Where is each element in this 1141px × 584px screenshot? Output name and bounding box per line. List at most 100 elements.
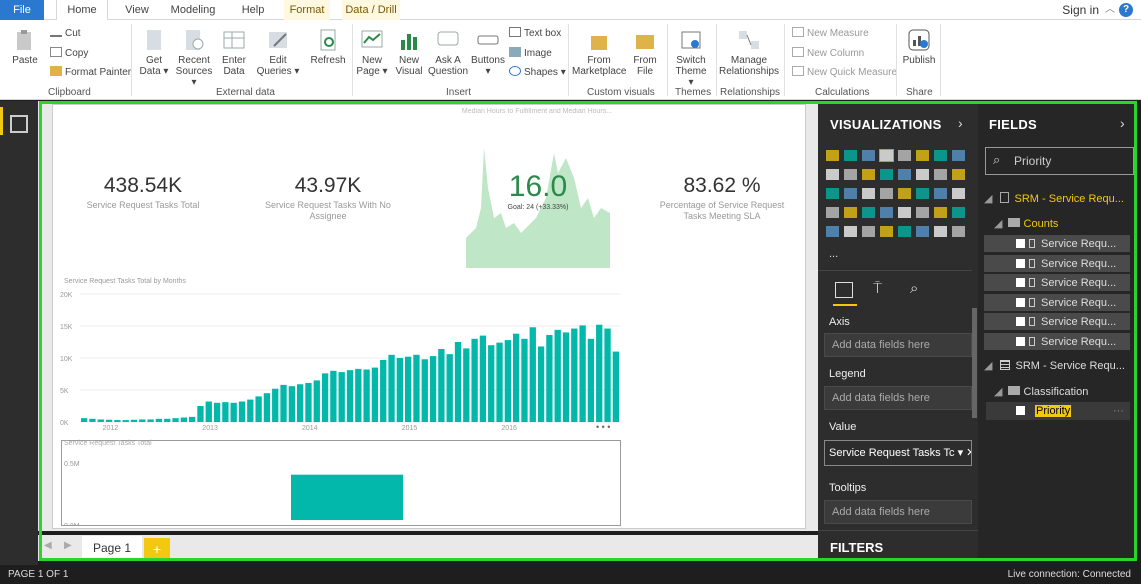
column-bar[interactable]	[172, 418, 179, 422]
visual-type-icon[interactable]	[844, 150, 857, 161]
column-bar[interactable]	[164, 418, 171, 422]
analytics-magnifier-icon[interactable]: ⌕	[910, 280, 918, 297]
column-bar[interactable]	[612, 351, 619, 422]
column-bar[interactable]	[130, 419, 138, 422]
fields-search-box[interactable]	[985, 147, 1134, 175]
buttons-button[interactable]: Buttons ▾	[470, 28, 506, 77]
legend-well[interactable]: Add data fields here	[824, 386, 972, 410]
column-bar[interactable]	[388, 354, 395, 422]
column-bar[interactable]	[288, 386, 295, 422]
visual-type-icon[interactable]	[952, 150, 965, 161]
visual-type-icon[interactable]	[952, 207, 965, 218]
collapse-viz-icon[interactable]: ›	[958, 115, 963, 131]
new-quick-measure-button[interactable]: New Quick Measure	[792, 66, 897, 79]
visual-type-icon[interactable]	[826, 207, 839, 218]
viz-scrollbar[interactable]	[972, 308, 977, 418]
from-marketplace-button[interactable]: From Marketplace	[572, 28, 626, 77]
column-bar[interactable]	[272, 388, 279, 422]
visual-type-icon[interactable]	[862, 150, 875, 161]
field-checkbox[interactable]	[1016, 336, 1025, 346]
column-bar[interactable]	[604, 328, 611, 422]
field-checkbox[interactable]	[1016, 278, 1025, 287]
switch-theme-button[interactable]: Switch Theme ▾	[672, 28, 710, 88]
column-bar[interactable]	[238, 401, 246, 422]
visual-type-icon[interactable]	[880, 169, 893, 180]
column-bar[interactable]	[97, 419, 104, 422]
column-bar[interactable]	[454, 342, 462, 422]
column-bar[interactable]	[413, 354, 420, 422]
column-bar[interactable]	[205, 401, 212, 422]
visual-type-icon[interactable]	[952, 226, 965, 237]
column-bar[interactable]	[297, 384, 304, 422]
publish-button[interactable]: Publish	[900, 28, 938, 66]
visual-type-icon[interactable]	[826, 226, 839, 237]
format-painter-button[interactable]: Format Painter	[50, 66, 131, 79]
field-item[interactable]: Service Requ...	[984, 254, 1130, 273]
collapse-fields-icon[interactable]: ›	[1120, 115, 1125, 131]
visual-type-icon[interactable]	[934, 188, 947, 199]
visual-type-icon[interactable]	[844, 207, 857, 218]
column-bar[interactable]	[247, 399, 254, 422]
column-bar[interactable]	[330, 370, 337, 422]
field-more-icon[interactable]: ···	[1113, 402, 1124, 420]
field-checkbox[interactable]	[1016, 297, 1025, 307]
visual-type-icon[interactable]	[898, 169, 911, 180]
visual-type-icon[interactable]	[862, 226, 875, 237]
column-bar[interactable]	[587, 338, 595, 422]
field-item[interactable]: Service Requ...	[984, 313, 1130, 331]
column-bar[interactable]	[396, 358, 403, 422]
visual-type-icon[interactable]	[952, 169, 965, 180]
value-field-pill[interactable]: Service Request Tasks Tc ▾ ✕	[824, 440, 972, 466]
column-bar[interactable]	[280, 384, 287, 422]
column-bar[interactable]	[529, 327, 536, 422]
visual-type-icon[interactable]	[916, 207, 929, 218]
column-bar[interactable]	[321, 373, 329, 422]
help-icon[interactable]: ?	[1119, 3, 1133, 17]
column-bar[interactable]	[180, 417, 187, 422]
visual-type-icon[interactable]	[916, 169, 929, 180]
column-bar[interactable]	[355, 368, 362, 422]
column-bar[interactable]	[255, 396, 262, 422]
visual-type-icon[interactable]	[879, 149, 894, 162]
visual-type-icon[interactable]	[844, 169, 857, 180]
visual-type-icon[interactable]	[898, 150, 911, 161]
from-file-button[interactable]: From File	[628, 28, 662, 77]
new-visual-button[interactable]: New Visual	[392, 28, 426, 77]
fields-search-input[interactable]: Priority	[1014, 154, 1051, 168]
table-srm-2[interactable]: ◢ SRM - Service Requ...	[984, 357, 1130, 375]
visual-type-icon[interactable]	[916, 150, 929, 161]
new-measure-button[interactable]: New Measure	[792, 27, 869, 40]
sign-in-link[interactable]: Sign in	[1062, 0, 1099, 20]
column-bar[interactable]	[139, 419, 146, 422]
report-view-icon[interactable]	[10, 115, 28, 133]
visual-type-icon[interactable]	[934, 169, 947, 180]
folder-counts[interactable]: ◢ Counts	[994, 215, 1140, 233]
more-options-icon[interactable]: • • •	[596, 422, 610, 432]
column-bar[interactable]	[562, 332, 570, 422]
refresh-button[interactable]: Refresh	[308, 28, 348, 66]
column-bar[interactable]	[463, 348, 470, 422]
column-bar[interactable]	[197, 406, 204, 422]
column-bar[interactable]	[305, 382, 312, 422]
column-bar[interactable]	[263, 393, 271, 422]
column-bar[interactable]	[537, 346, 545, 422]
visual-type-icon[interactable]	[862, 207, 875, 218]
column-bar[interactable]	[89, 418, 96, 422]
field-checkbox[interactable]	[1016, 239, 1025, 248]
column-bar[interactable]	[438, 349, 445, 422]
new-page-button[interactable]: New Page ▾	[356, 28, 388, 77]
monthly-column-chart[interactable]: 20K 15K 10K 5K 0K 2012 2013 2014 2015 2016	[56, 286, 622, 434]
column-bar[interactable]	[380, 359, 387, 422]
tab-home[interactable]: Home	[56, 0, 108, 21]
manage-relationships-button[interactable]: Manage Relationships	[718, 28, 780, 77]
visual-type-icon[interactable]	[952, 188, 965, 199]
column-bar[interactable]	[363, 369, 370, 422]
column-bar[interactable]	[105, 419, 113, 422]
shapes-button[interactable]: Shapes ▾	[509, 66, 566, 79]
column-bar[interactable]	[571, 328, 578, 422]
edit-queries-button[interactable]: Edit Queries ▾	[256, 28, 300, 77]
column-bar[interactable]	[346, 370, 354, 422]
enter-data-button[interactable]: Enter Data	[216, 28, 252, 77]
visual-type-icon[interactable]	[862, 169, 875, 180]
visual-type-icon[interactable]	[898, 188, 911, 199]
